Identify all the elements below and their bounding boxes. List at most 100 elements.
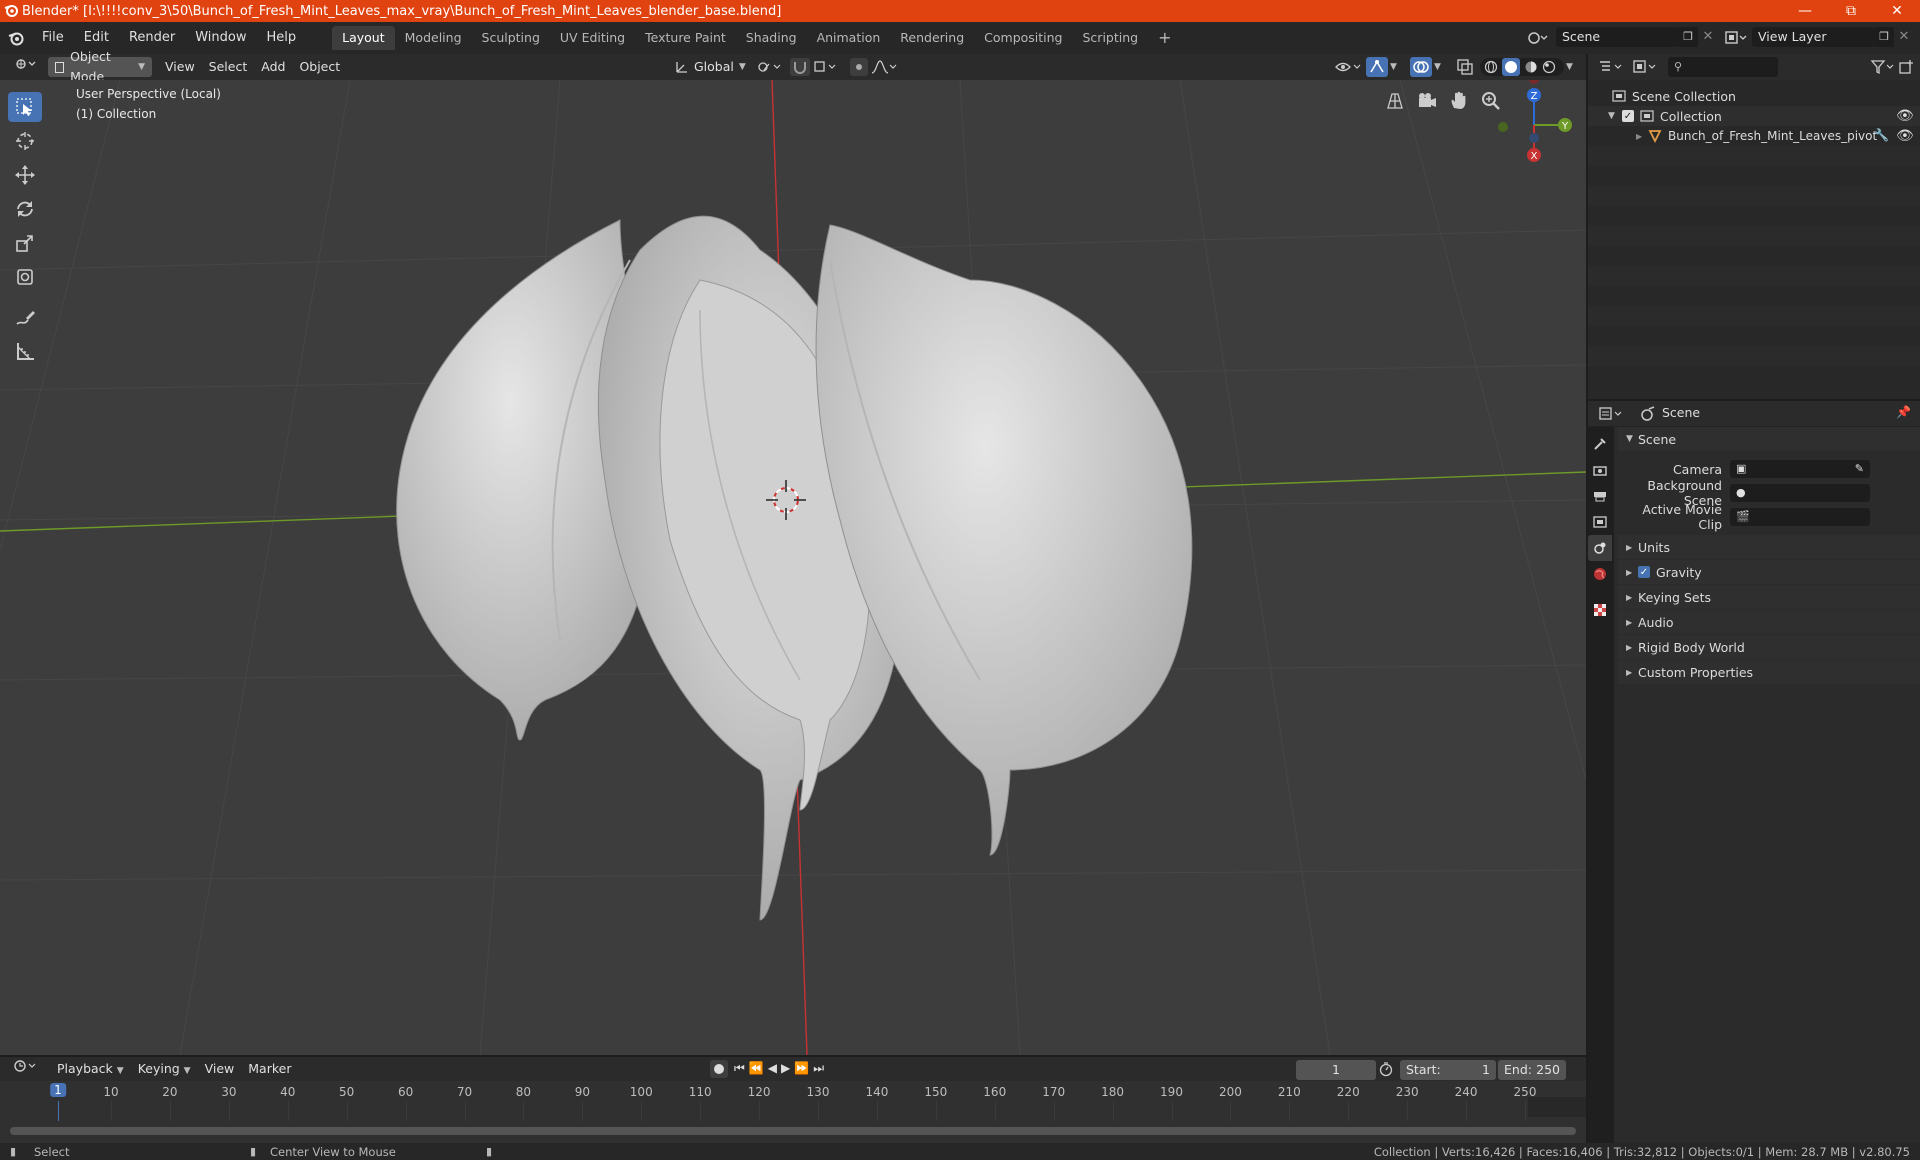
collapse-triangle-icon[interactable]: ▼: [1608, 111, 1622, 121]
measure-tool[interactable]: [8, 336, 42, 366]
wireframe-shading-icon[interactable]: [1484, 60, 1498, 74]
visibility-selectability-icon[interactable]: [1334, 59, 1364, 75]
transform-orientation-dropdown[interactable]: Global ▼: [668, 57, 753, 77]
view-layer-copy-icon[interactable]: ❐: [1874, 27, 1894, 47]
transform-tool[interactable]: [8, 262, 42, 292]
rigid-body-world-panel-header[interactable]: ▶ Rigid Body World: [1618, 635, 1920, 659]
gizmo-toggle-icon[interactable]: [1366, 57, 1388, 77]
menu-help[interactable]: Help: [257, 27, 307, 49]
falloff-icon[interactable]: [870, 59, 898, 75]
view-layer-browse-icon[interactable]: [1724, 28, 1748, 48]
tab-compositing[interactable]: Compositing: [974, 26, 1072, 50]
overlays-toggle-icon[interactable]: [1410, 57, 1432, 77]
custom-properties-panel-header[interactable]: ▶ Custom Properties: [1618, 660, 1920, 684]
properties-editor-type-icon[interactable]: [1598, 406, 1626, 422]
menu-object[interactable]: Object: [292, 57, 347, 77]
menu-render[interactable]: Render: [119, 27, 185, 49]
scene-collection-row[interactable]: Scene Collection: [1588, 86, 1920, 106]
chevron-down-icon[interactable]: ▼: [1434, 59, 1448, 75]
rotate-tool[interactable]: [8, 194, 42, 224]
tab-animation[interactable]: Animation: [807, 26, 891, 50]
expand-triangle-icon[interactable]: ▶: [1636, 132, 1648, 141]
units-panel-header[interactable]: ▶ Units: [1618, 535, 1920, 559]
pivot-point-icon[interactable]: [756, 59, 784, 75]
menu-view[interactable]: View: [158, 57, 202, 77]
menu-window[interactable]: Window: [185, 27, 256, 49]
collection-checkbox[interactable]: ✓: [1622, 110, 1634, 122]
xray-toggle-icon[interactable]: [1456, 58, 1474, 76]
snap-target-icon[interactable]: [812, 59, 840, 75]
rendered-shading-icon[interactable]: [1542, 60, 1556, 74]
pan-hand-icon[interactable]: [1446, 88, 1472, 114]
world-tab-icon[interactable]: [1588, 561, 1612, 587]
maximize-icon[interactable]: ⧉: [1828, 0, 1874, 22]
camera-view-icon[interactable]: [1414, 88, 1440, 114]
annotate-tool[interactable]: [8, 302, 42, 332]
select-box-tool[interactable]: [8, 92, 42, 122]
tab-texture-paint[interactable]: Texture Paint: [635, 26, 736, 50]
menu-add[interactable]: Add: [254, 57, 292, 77]
view-layer-name-field[interactable]: View Layer: [1752, 27, 1874, 47]
timeline-scrollbar[interactable]: [10, 1127, 1576, 1135]
scene-browse-icon[interactable]: [1526, 28, 1548, 48]
eye-icon[interactable]: 👁: [1896, 128, 1914, 144]
texture-tab-icon[interactable]: [1588, 597, 1612, 623]
tab-layout[interactable]: Layout: [332, 26, 395, 50]
display-mode-icon[interactable]: [1632, 59, 1660, 75]
minimize-icon[interactable]: —: [1782, 0, 1828, 22]
scale-tool[interactable]: [8, 228, 42, 258]
blender-menu-icon[interactable]: [0, 30, 32, 46]
filter-icon[interactable]: [1870, 59, 1896, 75]
close-icon[interactable]: ✕: [1874, 0, 1920, 22]
tab-modeling[interactable]: Modeling: [395, 26, 472, 50]
tab-uv-editing[interactable]: UV Editing: [550, 26, 635, 50]
scene-panel-header[interactable]: ▼ Scene: [1618, 427, 1920, 451]
menu-edit[interactable]: Edit: [74, 27, 119, 49]
menu-file[interactable]: File: [32, 27, 74, 49]
move-tool[interactable]: [8, 160, 42, 190]
object-row[interactable]: ▶ Bunch_of_Fresh_Mint_Leaves_pivot 🔧 👁: [1588, 126, 1920, 146]
render-tab-icon[interactable]: [1588, 457, 1612, 483]
active-movie-clip-field[interactable]: 🎬: [1730, 508, 1870, 526]
view-layer-remove-icon[interactable]: ✕: [1896, 27, 1912, 47]
tab-rendering[interactable]: Rendering: [890, 26, 974, 50]
eyedropper-icon[interactable]: ✎: [1855, 459, 1864, 479]
object-mode-dropdown[interactable]: Object Mode ▼: [48, 49, 152, 84]
scene-remove-icon[interactable]: ✕: [1700, 27, 1716, 47]
tool-tab-icon[interactable]: [1588, 431, 1612, 457]
output-tab-icon[interactable]: [1588, 483, 1612, 509]
cursor-tool[interactable]: [8, 126, 42, 156]
gravity-panel-header[interactable]: ▶ ✓ Gravity: [1618, 560, 1920, 584]
tab-sculpting[interactable]: Sculpting: [472, 26, 550, 50]
chevron-down-icon[interactable]: ▼: [1390, 59, 1404, 75]
scene-tab-icon[interactable]: [1588, 535, 1612, 561]
scene-name-field[interactable]: Scene: [1556, 27, 1678, 47]
gravity-checkbox[interactable]: ✓: [1638, 566, 1650, 578]
new-collection-icon[interactable]: [1898, 59, 1916, 75]
chevron-down-icon[interactable]: ▼: [1566, 59, 1580, 75]
material-shading-icon[interactable]: [1524, 60, 1538, 74]
3d-viewport[interactable]: Z Y X User Perspective (Local) (1) Colle…: [0, 80, 1586, 1055]
outliner-search-input[interactable]: ⚲: [1668, 57, 1778, 77]
background-scene-field[interactable]: ●: [1730, 484, 1870, 502]
collection-row[interactable]: ▼ ✓ Collection 👁: [1588, 106, 1920, 126]
audio-panel-header[interactable]: ▶ Audio: [1618, 610, 1920, 634]
menu-select[interactable]: Select: [202, 57, 255, 77]
editor-type-icon[interactable]: [8, 57, 44, 77]
pin-icon[interactable]: 📌: [1896, 405, 1911, 419]
keying-sets-panel-header[interactable]: ▶ Keying Sets: [1618, 585, 1920, 609]
tab-shading[interactable]: Shading: [736, 26, 807, 50]
proportional-edit-icon[interactable]: [850, 58, 868, 76]
camera-field[interactable]: ▣ ✎: [1730, 460, 1870, 478]
tab-scripting[interactable]: Scripting: [1073, 26, 1149, 50]
zoom-icon[interactable]: [1478, 88, 1504, 114]
mint-leaves-mesh[interactable]: [396, 215, 1193, 921]
scene-copy-icon[interactable]: ❐: [1678, 27, 1698, 47]
snap-icon[interactable]: [790, 58, 810, 76]
eye-icon[interactable]: 👁: [1896, 108, 1914, 124]
timeline-track-area[interactable]: 1 10 20 30 40 50 60 70 80 90 100 110 120 130 140 150 160…: [0, 1081, 1586, 1143]
solid-shading-icon[interactable]: [1502, 58, 1520, 76]
add-workspace-icon[interactable]: +: [1148, 26, 1181, 50]
modifier-wrench-icon[interactable]: 🔧: [1874, 128, 1889, 142]
view-layer-tab-icon[interactable]: [1588, 509, 1612, 535]
